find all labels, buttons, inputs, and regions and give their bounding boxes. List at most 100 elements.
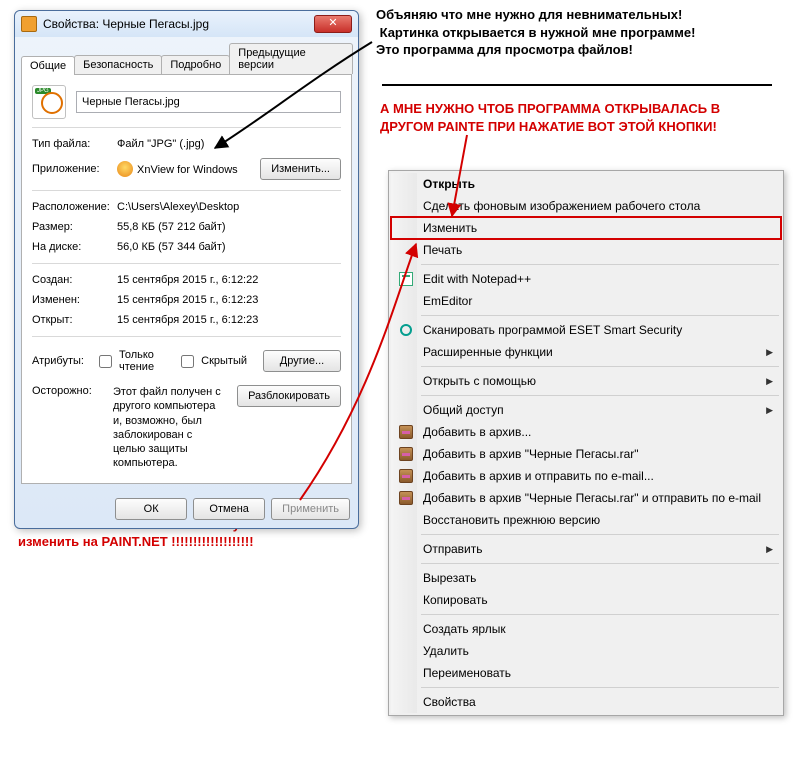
other-attrs-button[interactable]: Другие...: [263, 350, 341, 372]
context-menu-label: Отправить: [417, 542, 761, 556]
context-menu-label: Свойства: [417, 695, 761, 709]
rar-icon: [395, 447, 417, 461]
context-menu-item[interactable]: Свойства: [391, 691, 781, 713]
context-menu-item[interactable]: Общий доступ ▶: [391, 399, 781, 421]
submenu-arrow-icon: ▶: [766, 347, 773, 358]
apply-button[interactable]: Применить: [271, 498, 350, 520]
context-menu: Открыть Сделать фоновым изображением рабо…: [388, 170, 784, 716]
context-menu-separator: [421, 395, 779, 396]
context-menu-item[interactable]: Восстановить прежнюю версию: [391, 509, 781, 531]
context-menu-separator: [421, 563, 779, 564]
context-menu-item[interactable]: Изменить: [391, 217, 781, 239]
context-menu-item[interactable]: EmEditor: [391, 290, 781, 312]
context-menu-item[interactable]: Вырезать: [391, 567, 781, 589]
annotation-explain: Объяняю что мне нужно для невнимательных…: [376, 6, 695, 59]
context-menu-label: Расширенные функции: [417, 345, 761, 359]
annotation-need: А МНЕ НУЖНО ЧТОБ ПРОГРАММА ОТКРЫВАЛАСЬ В…: [380, 100, 720, 135]
context-menu-label: Общий доступ: [417, 403, 761, 417]
context-menu-label: Восстановить прежнюю версию: [417, 513, 761, 527]
context-menu-label: Удалить: [417, 644, 761, 658]
context-menu-item[interactable]: Добавить в архив "Черные Пегасы.rar" и о…: [391, 487, 781, 509]
warn-text: Этот файл получен с другого компьютера и…: [113, 385, 231, 471]
cancel-button[interactable]: Отмена: [193, 498, 265, 520]
context-menu-item[interactable]: Печать: [391, 239, 781, 261]
context-menu-label: Открыть с помощью: [417, 374, 761, 388]
context-menu-label: Открыть: [417, 177, 761, 191]
xnview-icon: [117, 161, 133, 177]
opened-label: Открыт:: [32, 314, 117, 326]
context-menu-item[interactable]: Расширенные функции ▶: [391, 341, 781, 363]
filename-input[interactable]: [76, 91, 341, 113]
type-value: Файл "JPG" (.jpg): [117, 138, 341, 150]
context-menu-label: Добавить в архив "Черные Пегасы.rar" и о…: [417, 491, 761, 505]
context-menu-item[interactable]: Добавить в архив "Черные Пегасы.rar": [391, 443, 781, 465]
tab-general[interactable]: Общие: [21, 56, 75, 75]
context-menu-label: Печать: [417, 243, 761, 257]
unblock-button[interactable]: Разблокировать: [237, 385, 341, 407]
titlebar[interactable]: Свойства: Черные Пегасы.jpg ✕: [15, 11, 358, 37]
context-menu-label: Edit with Notepad++: [417, 272, 761, 286]
submenu-arrow-icon: ▶: [766, 544, 773, 555]
rar-icon: [395, 469, 417, 483]
app-label: Приложение:: [32, 163, 117, 175]
context-menu-item[interactable]: Создать ярлык: [391, 618, 781, 640]
context-menu-item[interactable]: Edit with Notepad++: [391, 268, 781, 290]
modified-value: 15 сентября 2015 г., 6:12:23: [117, 294, 341, 306]
change-app-button[interactable]: Изменить...: [260, 158, 341, 180]
context-menu-label: Сканировать программой ESET Smart Securi…: [417, 323, 761, 337]
modified-label: Изменен:: [32, 294, 117, 306]
app-value: XnView for Windows: [117, 161, 260, 177]
hidden-label: Скрытый: [201, 355, 247, 367]
context-menu-item[interactable]: Открыть: [391, 173, 781, 195]
context-menu-item[interactable]: Копировать: [391, 589, 781, 611]
context-menu-item[interactable]: Переименовать: [391, 662, 781, 684]
warn-label: Осторожно:: [32, 385, 107, 471]
rar-icon: [395, 491, 417, 505]
context-menu-separator: [421, 614, 779, 615]
tab-previous[interactable]: Предыдущие версии: [229, 43, 353, 74]
context-menu-label: Добавить в архив...: [417, 425, 761, 439]
context-menu-item[interactable]: Отправить ▶: [391, 538, 781, 560]
context-menu-item[interactable]: Добавить в архив и отправить по e-mail..…: [391, 465, 781, 487]
context-menu-label: Копировать: [417, 593, 761, 607]
context-menu-item[interactable]: Добавить в архив...: [391, 421, 781, 443]
type-label: Тип файла:: [32, 138, 117, 150]
context-menu-label: Добавить в архив "Черные Пегасы.rar": [417, 447, 761, 461]
context-menu-item[interactable]: Сделать фоновым изображением рабочего ст…: [391, 195, 781, 217]
rar-icon: [395, 425, 417, 439]
hr-divider: [382, 84, 772, 86]
context-menu-separator: [421, 687, 779, 688]
hidden-checkbox[interactable]: Скрытый: [177, 352, 247, 371]
tab-body-general: Тип файла: Файл "JPG" (.jpg) Приложение:…: [21, 75, 352, 484]
file-type-icon: [32, 85, 66, 119]
separator: [32, 190, 341, 191]
context-menu-label: Сделать фоновым изображением рабочего ст…: [417, 199, 761, 213]
loc-label: Расположение:: [32, 201, 117, 213]
close-button[interactable]: ✕: [314, 15, 352, 33]
context-menu-item[interactable]: Удалить: [391, 640, 781, 662]
created-label: Создан:: [32, 274, 117, 286]
attr-label: Атрибуты:: [32, 355, 87, 367]
ok-button[interactable]: ОК: [115, 498, 187, 520]
loc-value: C:\Users\Alexey\Desktop: [117, 201, 341, 213]
size-label: Размер:: [32, 221, 117, 233]
properties-dialog: Свойства: Черные Пегасы.jpg ✕ Общие Безо…: [14, 10, 359, 529]
separator: [32, 263, 341, 264]
eset-icon: [395, 324, 417, 336]
size-value: 55,8 КБ (57 212 байт): [117, 221, 341, 233]
context-menu-label: EmEditor: [417, 294, 761, 308]
notepad-icon: [395, 272, 417, 286]
window-icon: [21, 16, 37, 32]
context-menu-label: Добавить в архив и отправить по e-mail..…: [417, 469, 761, 483]
context-menu-item[interactable]: Открыть с помощью ▶: [391, 370, 781, 392]
separator: [32, 336, 341, 337]
tab-details[interactable]: Подробно: [161, 55, 230, 74]
context-menu-item[interactable]: Сканировать программой ESET Smart Securi…: [391, 319, 781, 341]
context-menu-separator: [421, 366, 779, 367]
app-name: XnView for Windows: [137, 164, 238, 176]
submenu-arrow-icon: ▶: [766, 376, 773, 387]
submenu-arrow-icon: ▶: [766, 405, 773, 416]
readonly-checkbox[interactable]: Только чтение: [95, 349, 169, 373]
disk-label: На диске:: [32, 241, 117, 253]
tab-security[interactable]: Безопасность: [74, 55, 162, 74]
